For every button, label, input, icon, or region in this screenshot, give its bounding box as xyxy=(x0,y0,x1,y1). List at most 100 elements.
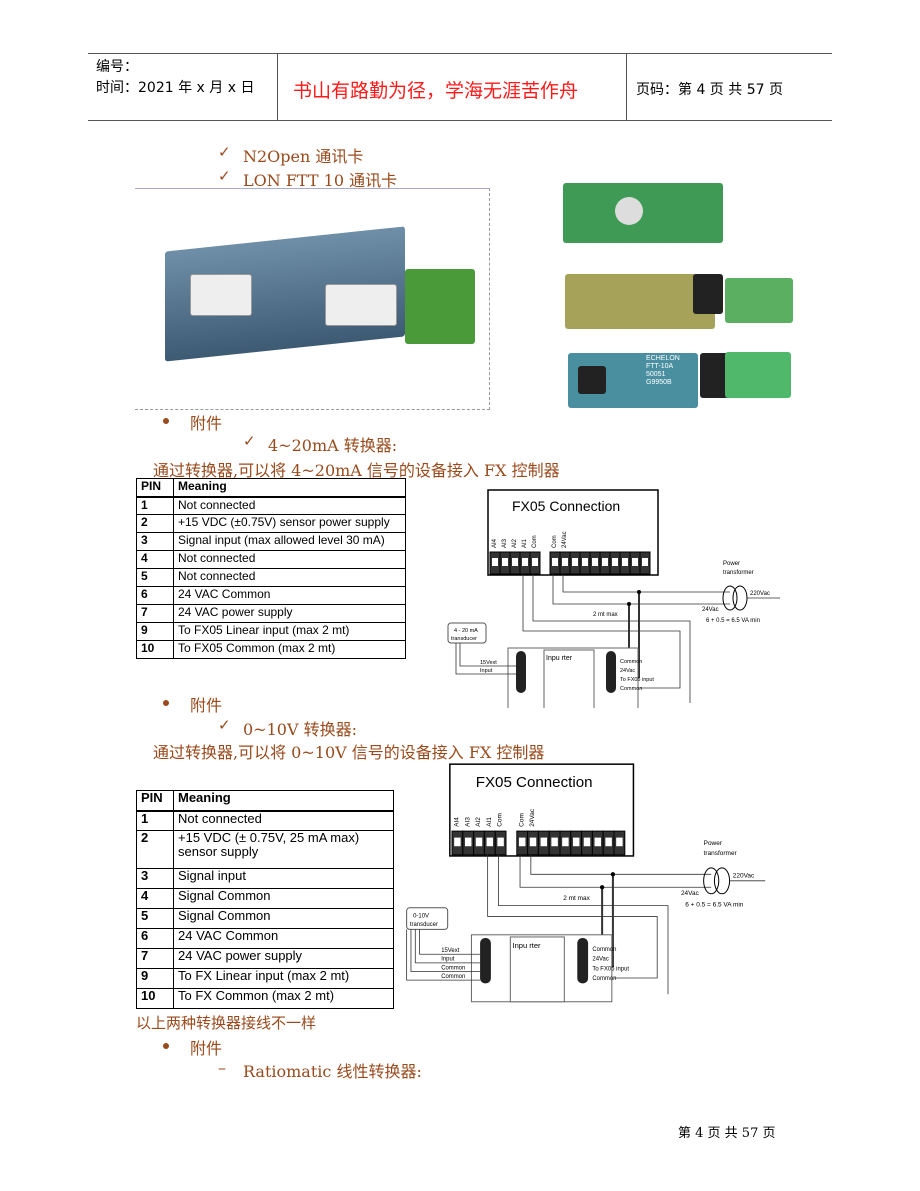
terminal-label: Com xyxy=(497,813,504,827)
diagram-label: Power xyxy=(704,840,723,847)
list-item: N2Open 通讯卡 xyxy=(243,147,364,166)
meaning-cell: 24 VAC Common xyxy=(173,586,406,605)
echelon-card-photo: ECHELON FTT-10A 50051 G9950B xyxy=(568,353,698,408)
bullet-icon xyxy=(163,418,169,424)
header-motto: 书山有路勤为径，学海无涯苦作舟 xyxy=(293,80,579,102)
meaning-cell: To FX05 Linear input (max 2 mt) xyxy=(173,622,406,641)
description: 通过转换器,可以将 0~10V 信号的设备接入 FX 控制器 xyxy=(153,743,545,762)
photo-label: 50051 xyxy=(646,371,666,378)
list-item: 4~20mA 转换器: xyxy=(268,436,398,455)
diagram-label: 15Vext xyxy=(480,660,497,666)
pin-cell: 4 xyxy=(136,888,174,909)
pin-cell: 9 xyxy=(136,622,174,641)
meaning-cell: +15 VDC (±0.75V) sensor power supply xyxy=(173,514,406,533)
diagram-label: 220Vac xyxy=(750,591,770,597)
diagram-label: transformer xyxy=(723,570,754,576)
diagram-label: transformer xyxy=(704,850,738,857)
check-icon: ✓ xyxy=(218,167,231,185)
diagram-label: Power xyxy=(723,561,740,567)
diagram-label: Inpu rter xyxy=(546,655,573,662)
diagram-label: Common xyxy=(441,974,465,980)
page-number-label: 页码：第 4 页 共 57 页 xyxy=(636,82,783,98)
pin-cell: 3 xyxy=(136,868,174,889)
pin-cell: 3 xyxy=(136,532,174,551)
check-icon: ✓ xyxy=(218,143,231,161)
check-icon: ✓ xyxy=(218,716,231,734)
connector-photo xyxy=(725,278,793,323)
diagram-label: transducer xyxy=(410,922,438,928)
diagram-label: 15Vext xyxy=(441,948,460,954)
table-row: 3 Signal input (max allowed level 30 mA) xyxy=(136,532,406,551)
table-row: 1 Not connected xyxy=(136,810,394,831)
diagram-label: Common xyxy=(620,686,642,692)
header-cell: PIN xyxy=(136,790,174,812)
meaning-cell: 24 VAC Common xyxy=(173,928,394,949)
diagram-label: 24Vac xyxy=(702,607,719,613)
table-row: 10 To FX05 Common (max 2 mt) xyxy=(136,640,406,659)
diagram-label: Common xyxy=(592,976,616,982)
photo-label: G9950B xyxy=(646,379,672,386)
meaning-cell: Signal Common xyxy=(173,908,394,929)
meaning-cell: To FX Linear input (max 2 mt) xyxy=(173,968,394,989)
diagram-label: 24Vac xyxy=(681,890,700,897)
table-row: 2 +15 VDC (± 0.75V, 25 mA max) sensor sup… xyxy=(136,830,394,869)
terminal-label: 24Vac xyxy=(529,808,536,827)
diagram-label: 24Vac xyxy=(592,957,608,963)
table-row: 5 Signal Common xyxy=(136,908,394,929)
header-cell: Meaning xyxy=(173,478,406,498)
doc-time-label: 时间：2021 年 x 月 x 日 xyxy=(96,80,255,96)
pin-cell: 7 xyxy=(136,604,174,623)
terminal-label: Com xyxy=(518,813,525,827)
document-page: 编号： 时间：2021 年 x 月 x 日 书山有路勤为径，学海无涯苦作舟 页码… xyxy=(0,0,920,1191)
diagram-label: Common xyxy=(620,659,642,665)
table-row: 2 +15 VDC (±0.75V) sensor power supply xyxy=(136,514,406,533)
table-row: 4 Not connected xyxy=(136,550,406,569)
terminal-label: AI1 xyxy=(522,538,528,548)
terminal-label: AI4 xyxy=(453,817,460,827)
diagram-label: 24Vac xyxy=(620,668,635,674)
table-row: 3 Signal input xyxy=(136,868,394,889)
terminal-label: Com xyxy=(532,535,538,548)
diagram-label: Input xyxy=(480,668,493,674)
page-footer: 第 4 页 共 57 页 xyxy=(678,1126,776,1141)
lon-card-photo xyxy=(565,274,723,329)
table-header-row: PIN Meaning xyxy=(136,790,394,812)
photo-label: FTT-10A xyxy=(646,363,674,370)
photo-label: ECHELON xyxy=(646,355,680,362)
header-cell: PIN xyxy=(136,478,174,498)
diagram-label: Common xyxy=(592,947,616,953)
pin-cell: 6 xyxy=(136,928,174,949)
table-row: 7 24 VAC power supply xyxy=(136,948,394,969)
diagram-label: To FX05 input xyxy=(592,966,629,972)
meaning-cell: Signal input (max allowed level 30 mA) xyxy=(173,532,406,551)
note-text: 以上两种转换器接线不一样 xyxy=(136,1014,317,1032)
table-row: 1 Not connected xyxy=(136,496,406,515)
connector-photo xyxy=(725,352,791,398)
diagram-label: transducer xyxy=(451,636,477,642)
meaning-cell: Not connected xyxy=(173,810,394,831)
bullet-icon xyxy=(163,1043,169,1049)
diagram-label: 2 mt max xyxy=(563,895,590,902)
pin-cell: 2 xyxy=(136,830,174,869)
list-item: 0~10V 转换器: xyxy=(243,720,357,739)
diagram-label: 6 + 0.5 = 6.5 VA min xyxy=(706,618,760,624)
doc-number-label: 编号： xyxy=(96,59,138,75)
table-row: 10 To FX Common (max 2 mt) xyxy=(136,988,394,1009)
diagram-label: FX05 Connection xyxy=(512,498,620,514)
check-icon: ✓ xyxy=(243,432,256,450)
bullet-text: 附件 xyxy=(190,1039,223,1058)
diagram-label: Inpu rter xyxy=(512,941,541,950)
pin-cell: 2 xyxy=(136,514,174,533)
pin-cell: 6 xyxy=(136,586,174,605)
diagram-label: 4 - 20 mA xyxy=(454,628,478,634)
pin-cell: 10 xyxy=(136,988,174,1009)
wiring-diagram-2: FX05 Connection AI4 AI3 AI2 AI1 Com Com 24Vac Po… xyxy=(406,763,766,1003)
pin-cell: 4 xyxy=(136,550,174,569)
pin-cell: 10 xyxy=(136,640,174,659)
pin-cell: 7 xyxy=(136,948,174,969)
bullet-icon xyxy=(163,700,169,706)
diagram-label: 220Vac xyxy=(733,873,755,880)
meaning-cell: To FX05 Common (max 2 mt) xyxy=(173,640,406,659)
pin-table-2: PIN Meaning 1 Not connected 2 +15 VDC (± 0.75… xyxy=(136,790,394,1009)
header-cell: Meaning xyxy=(173,790,394,812)
